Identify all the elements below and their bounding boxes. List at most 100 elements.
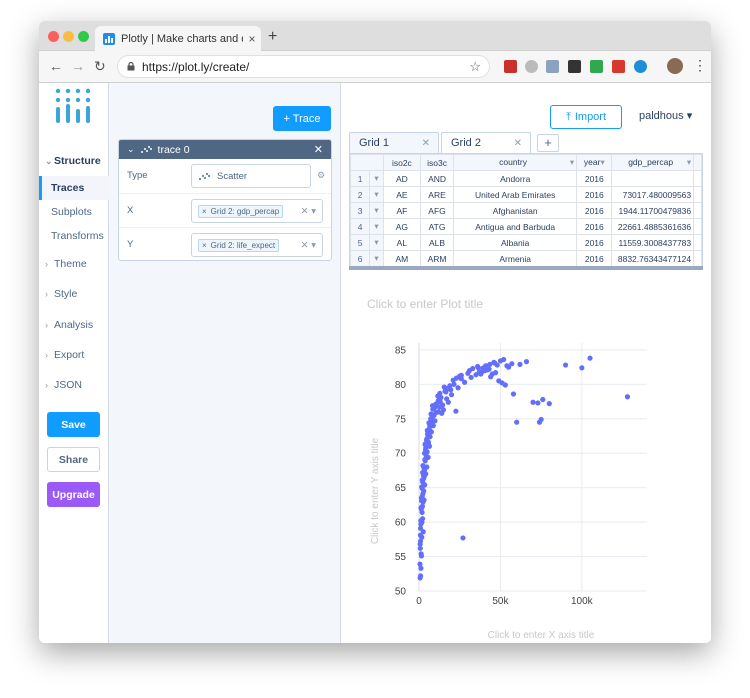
- caret-down-icon[interactable]: ▾: [570, 157, 574, 168]
- table-cell[interactable]: 2016: [576, 250, 613, 267]
- clear-icon[interactable]: ✕ ▾: [301, 240, 316, 251]
- scatter-point[interactable]: [523, 359, 530, 365]
- extension-satellite-icon[interactable]: [546, 60, 559, 73]
- table-cell[interactable]: AG: [382, 218, 421, 235]
- scatter-point[interactable]: [530, 399, 536, 405]
- scatter-point[interactable]: [425, 454, 431, 460]
- table-cell[interactable]: 3: [350, 202, 371, 219]
- table-cell[interactable]: AM: [382, 250, 421, 267]
- scatter-point[interactable]: [562, 362, 569, 368]
- table-cell[interactable]: [693, 186, 702, 203]
- scatter-point[interactable]: [440, 402, 446, 408]
- table-cell[interactable]: 22661.4885361636: [611, 218, 695, 235]
- scatter-point[interactable]: [417, 538, 424, 544]
- new-tab-button[interactable]: +: [268, 28, 277, 46]
- table-cell[interactable]: 1: [350, 170, 371, 187]
- import-button[interactable]: ⤒ Import: [550, 105, 622, 129]
- table-cell[interactable]: ALB: [419, 234, 455, 251]
- extension-red-icon[interactable]: [504, 60, 517, 73]
- url-field[interactable]: https://plot.ly/create/ ☆: [117, 55, 490, 78]
- scatter-point[interactable]: [419, 519, 425, 525]
- type-dropdown[interactable]: Scatter: [191, 164, 311, 188]
- tab-grid-2[interactable]: Grid 2 ✕: [441, 132, 531, 154]
- scatter-point[interactable]: [419, 484, 425, 490]
- minimize-window-button[interactable]: [63, 31, 74, 42]
- clear-icon[interactable]: ✕ ▾: [301, 206, 316, 217]
- table-cell[interactable]: 2016: [576, 186, 613, 203]
- scatter-point[interactable]: [448, 392, 455, 398]
- trace-header[interactable]: ⌄ trace 0 ✕: [119, 140, 331, 159]
- profile-avatar[interactable]: [667, 58, 683, 74]
- caret-down-icon[interactable]: ▾: [600, 157, 604, 167]
- table-cell[interactable]: 8832.76343477124: [611, 250, 695, 267]
- table-cell[interactable]: 6: [350, 250, 371, 267]
- caret-down-icon[interactable]: ▾: [687, 157, 691, 168]
- scatter-point[interactable]: [514, 419, 520, 425]
- scatter-point[interactable]: [422, 441, 428, 447]
- table-cell[interactable]: AFG: [419, 202, 455, 219]
- row-caret-icon[interactable]: ▾: [369, 186, 384, 203]
- sidebar-item-traces[interactable]: Traces: [39, 176, 109, 200]
- scatter-point[interactable]: [492, 360, 498, 366]
- sidebar-item-transforms[interactable]: Transforms: [39, 224, 109, 248]
- scatter-point[interactable]: [421, 450, 428, 456]
- scatter-point[interactable]: [424, 436, 430, 442]
- chart-title[interactable]: Click to enter Plot title: [367, 297, 483, 311]
- table-cell[interactable]: ARE: [419, 186, 455, 203]
- table-cell[interactable]: AE: [382, 186, 421, 203]
- scatter-point[interactable]: [535, 400, 541, 406]
- table-cell[interactable]: AND: [419, 170, 455, 187]
- row-caret-icon[interactable]: ▾: [369, 170, 384, 187]
- extension-b-icon[interactable]: [612, 60, 625, 73]
- extension-gray-icon[interactable]: [525, 60, 538, 73]
- extension-download-icon[interactable]: [590, 60, 603, 73]
- table-cell[interactable]: Armenia: [453, 250, 578, 267]
- share-button[interactable]: Share: [47, 447, 100, 472]
- remove-chip-icon[interactable]: ×: [202, 207, 207, 216]
- add-grid-button[interactable]: +: [537, 134, 559, 152]
- scatter-point[interactable]: [488, 374, 494, 380]
- scatter-point[interactable]: [624, 394, 631, 400]
- scatter-point[interactable]: [478, 371, 484, 377]
- table-cell[interactable]: United Arab Emirates: [453, 186, 578, 203]
- row-caret-icon[interactable]: ▾: [369, 250, 384, 267]
- close-tab-icon[interactable]: ✕: [422, 138, 430, 149]
- table-cell[interactable]: Albania: [453, 234, 578, 251]
- table-cell[interactable]: ARM: [419, 250, 455, 267]
- scatter-point[interactable]: [487, 361, 493, 367]
- column-header[interactable]: gdp_percap ▾: [611, 154, 695, 171]
- sidebar-section-structure[interactable]: ⌄ Structure: [39, 149, 109, 173]
- scatter-point[interactable]: [504, 363, 510, 369]
- tab-close-icon[interactable]: ×: [243, 32, 261, 46]
- bookmark-star-icon[interactable]: ☆: [469, 59, 481, 75]
- scatter-chart[interactable]: Click to enter Plot title 50 55 60 65 70 75 80…: [341, 273, 711, 643]
- tab-grid-1[interactable]: Grid 1 ✕: [349, 132, 439, 154]
- scatter-point[interactable]: [437, 390, 443, 396]
- scatter-point[interactable]: [455, 385, 461, 391]
- scatter-point[interactable]: [420, 469, 426, 476]
- table-cell[interactable]: 2016: [576, 218, 613, 235]
- table-cell[interactable]: 2: [350, 186, 371, 203]
- table-cell[interactable]: 1944.11700479836: [611, 202, 695, 219]
- user-menu[interactable]: paldhous ▾: [639, 109, 692, 122]
- table-cell[interactable]: 2016: [576, 202, 613, 219]
- scatter-point[interactable]: [420, 463, 426, 469]
- scatter-point[interactable]: [509, 361, 515, 367]
- scatter-point[interactable]: [497, 358, 504, 364]
- extension-circle-icon[interactable]: [634, 60, 647, 73]
- scatter-point[interactable]: [468, 374, 474, 381]
- scatter-point[interactable]: [433, 401, 439, 407]
- reload-button[interactable]: ↻: [94, 58, 106, 75]
- table-cell[interactable]: Antigua and Barbuda: [453, 218, 578, 235]
- sidebar-section-analysis[interactable]: › Analysis: [39, 313, 109, 337]
- delete-trace-icon[interactable]: ✕: [314, 143, 323, 156]
- scatter-point[interactable]: [417, 575, 423, 581]
- table-cell[interactable]: [693, 170, 702, 187]
- close-window-button[interactable]: [48, 31, 59, 42]
- table-cell[interactable]: ATG: [419, 218, 455, 235]
- scatter-point[interactable]: [458, 372, 464, 378]
- sidebar-section-json[interactable]: › JSON: [39, 373, 109, 397]
- sidebar-section-style[interactable]: › Style: [39, 282, 109, 306]
- table-cell[interactable]: AD: [382, 170, 421, 187]
- add-trace-button[interactable]: + Trace: [273, 106, 331, 131]
